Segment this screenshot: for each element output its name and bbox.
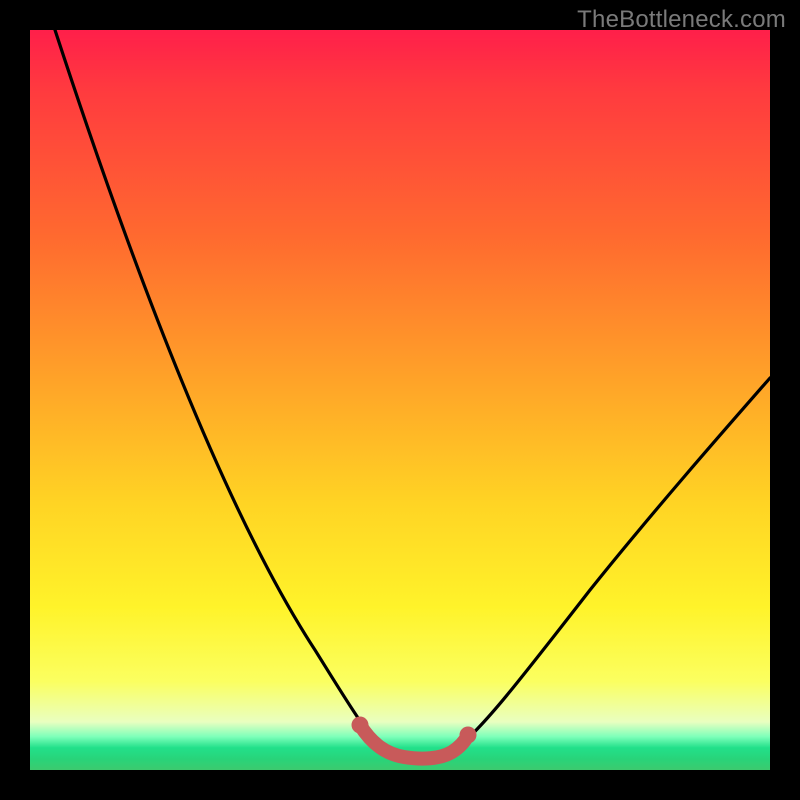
highlight-endpoint-left	[352, 717, 369, 734]
chart-stage: TheBottleneck.com	[0, 0, 800, 800]
curve-layer	[30, 30, 770, 770]
plot-area	[30, 30, 770, 770]
bottleneck-curve	[55, 30, 770, 758]
valley-highlight	[360, 725, 468, 759]
highlight-endpoint-right	[460, 727, 477, 744]
